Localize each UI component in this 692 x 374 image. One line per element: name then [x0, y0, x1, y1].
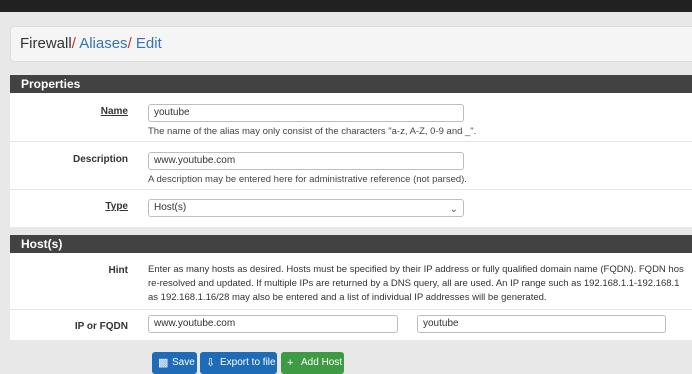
name-input[interactable]: youtube — [148, 104, 464, 122]
breadcrumb-firewall: Firewall — [20, 35, 72, 52]
hint-text: Enter as many hosts as desired. Hosts mu… — [148, 263, 692, 305]
description-help: A description may be entered here for ad… — [148, 174, 467, 185]
type-select[interactable]: Host(s) ⌄ — [148, 199, 464, 217]
add-host-button-label: Add Host — [301, 357, 343, 368]
ip-row: IP or FQDN www.youtube.com youtube — [10, 310, 692, 340]
breadcrumb-separator: / — [127, 35, 132, 52]
add-host-button[interactable]: + Add Host — [281, 352, 344, 374]
export-button-label: Export to file — [220, 357, 276, 368]
properties-heading: Properties — [10, 75, 692, 93]
properties-panel: Properties Name youtube The name of the … — [10, 75, 692, 227]
download-icon: ⇩ — [206, 357, 216, 369]
save-icon: ▩ — [158, 357, 169, 369]
breadcrumb-separator: / — [71, 35, 76, 52]
description-label: Description — [72, 154, 128, 165]
plus-icon: + — [287, 357, 294, 369]
hint-line: as 192.168.1.16/28 may also be entered a… — [148, 292, 547, 303]
top-navbar — [0, 0, 692, 12]
hint-row: Hint Enter as many hosts as desired. Hos… — [10, 253, 692, 310]
hosts-panel: Host(s) Hint Enter as many hosts as desi… — [10, 235, 692, 340]
hint-line: re-resolved and updated. If multiple IPs… — [148, 278, 680, 289]
name-row: Name youtube The name of the alias may o… — [10, 93, 692, 142]
type-label: Type — [105, 201, 128, 212]
name-help: The name of the alias may only consist o… — [148, 126, 477, 137]
type-selected-value: Host(s) — [154, 202, 187, 213]
save-button-label: Save — [172, 357, 195, 368]
breadcrumb-aliases-link[interactable]: Aliases — [79, 35, 127, 52]
save-button[interactable]: ▩ Save — [152, 352, 197, 374]
type-row: Type Host(s) ⌄ — [10, 190, 692, 227]
chevron-down-icon: ⌄ — [449, 204, 458, 215]
ip-label: IP or FQDN — [74, 321, 128, 332]
hint-line: Enter as many hosts as desired. Hosts mu… — [148, 264, 684, 275]
hosts-heading: Host(s) — [10, 235, 692, 253]
name-label: Name — [100, 106, 128, 117]
description-input[interactable]: www.youtube.com — [148, 152, 464, 170]
hint-label: Hint — [108, 265, 128, 276]
ip-fqdn-input[interactable]: www.youtube.com — [148, 315, 398, 333]
ip-description-input[interactable]: youtube — [417, 315, 666, 333]
breadcrumb: Firewall/ Aliases/ Edit — [10, 26, 692, 62]
breadcrumb-edit-link[interactable]: Edit — [136, 35, 162, 52]
description-row: Description www.youtube.com A descriptio… — [10, 142, 692, 190]
export-button[interactable]: ⇩ Export to file — [200, 352, 277, 374]
